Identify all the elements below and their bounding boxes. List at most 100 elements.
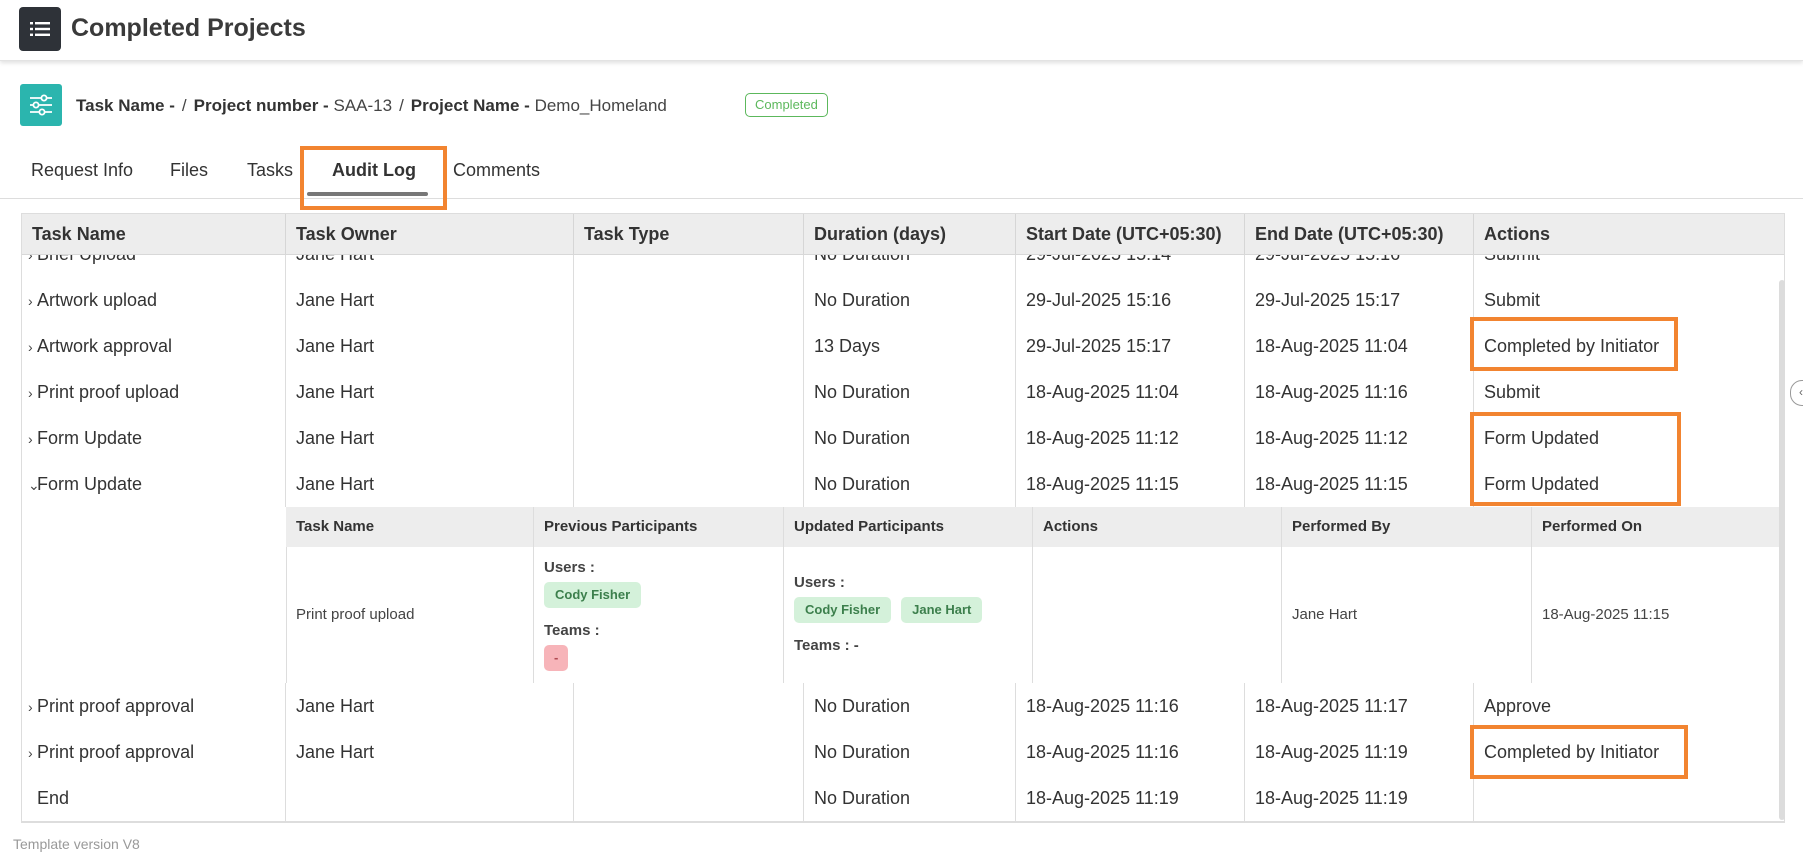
cell-end-date: 18-Aug-2025 11:19 <box>1245 775 1474 821</box>
tab-request-info[interactable]: Request Info <box>31 160 133 181</box>
table-row[interactable]: End No Duration 18-Aug-2025 11:19 18-Aug… <box>22 775 1784 822</box>
table-row[interactable]: › Artwork approval Jane Hart 13 Days 29-J… <box>22 323 1784 370</box>
tab-audit-log[interactable]: Audit Log <box>332 160 416 181</box>
cell-end-date: 18-Aug-2025 11:12 <box>1245 415 1474 461</box>
cell-action <box>1474 775 1784 821</box>
cell-duration: No Duration <box>804 729 1016 775</box>
expand-chevron-icon[interactable]: › <box>28 730 37 775</box>
project-name-value: Demo_Homeland <box>534 96 667 115</box>
expanded-row-detail: Task Name Previous Participants Updated … <box>22 507 1784 684</box>
cell-task-owner: Jane Hart <box>286 277 574 323</box>
detail-col-updated-participants: Updated Participants <box>784 507 1033 547</box>
top-bar: Completed Projects <box>0 0 1803 61</box>
detail-col-previous-participants: Previous Participants <box>534 507 784 547</box>
cell-task-type <box>574 683 804 729</box>
cell-end-date: 29-Jul-2025 15:17 <box>1245 277 1474 323</box>
cell-task-owner <box>286 775 574 821</box>
cell-end-date: 18-Aug-2025 11:16 <box>1245 369 1474 415</box>
cell-task-name: ⌄Form Update <box>22 461 286 507</box>
cell-task-name: › Artwork approval <box>22 323 286 369</box>
cell-end-date: 18-Aug-2025 11:04 <box>1245 323 1474 369</box>
vertical-scrollbar[interactable] <box>1779 280 1785 820</box>
detail-col-performed-on: Performed On <box>1542 518 1643 535</box>
cell-duration: No Duration <box>804 415 1016 461</box>
previous-teams-label: Teams : <box>544 622 600 639</box>
cell-task-name: › Print proof approval <box>22 683 286 729</box>
col-header-start-date[interactable]: Start Date (UTC+05:30) <box>1016 214 1245 254</box>
table-row[interactable]: › Form Update Jane Hart No Duration 18-Au… <box>22 415 1784 462</box>
cell-start-date: 29-Jul-2025 15:17 <box>1016 323 1245 369</box>
detail-performed-on: 18-Aug-2025 11:15 <box>1542 606 1670 623</box>
col-header-task-type[interactable]: Task Type <box>574 214 804 254</box>
cell-duration: No Duration <box>804 461 1016 507</box>
side-panel-handle-icon[interactable]: ‹ <box>1790 380 1803 406</box>
cell-duration: No Duration <box>804 683 1016 729</box>
cell-task-owner: Jane Hart <box>286 369 574 415</box>
cell-task-name: End <box>22 775 286 821</box>
col-header-end-date[interactable]: End Date (UTC+05:30) <box>1245 214 1474 254</box>
cell-duration: No Duration <box>804 277 1016 323</box>
cell-task-type <box>574 369 804 415</box>
cell-task-type <box>574 277 804 323</box>
cell-end-date: 18-Aug-2025 11:17 <box>1245 683 1474 729</box>
cell-start-date: 18-Aug-2025 11:04 <box>1016 369 1245 415</box>
table-row[interactable]: ⌄Form Update Jane Hart No Duration 18-Au… <box>22 461 1784 508</box>
cell-action: Completed by Initiator <box>1484 336 1660 356</box>
tab-comments[interactable]: Comments <box>453 160 540 181</box>
cell-task-type <box>574 415 804 461</box>
cell-task-type <box>574 729 804 775</box>
table-row[interactable]: › Print proof approval Jane Hart No Durat… <box>22 683 1784 730</box>
tab-tasks[interactable]: Tasks <box>247 160 293 181</box>
cell-action: Form Updated <box>1484 474 1600 494</box>
cell-task-owner: Jane Hart <box>286 415 574 461</box>
cell-start-date: 18-Aug-2025 11:16 <box>1016 683 1245 729</box>
col-header-task-name[interactable]: Task Name <box>22 214 286 254</box>
table-row[interactable]: › Print proof approval Jane Hart No Durat… <box>22 729 1784 776</box>
filter-button[interactable] <box>20 84 62 126</box>
cell-task-type <box>574 461 804 507</box>
cell-action: Submit <box>1484 290 1541 310</box>
tab-files[interactable]: Files <box>170 160 208 181</box>
cell-action: Submit <box>1484 382 1541 402</box>
col-header-actions[interactable]: Actions <box>1474 214 1784 254</box>
cell-task-owner: Jane Hart <box>286 461 574 507</box>
user-chip: Cody Fisher <box>794 597 892 623</box>
cell-start-date: 18-Aug-2025 11:15 <box>1016 461 1245 507</box>
detail-indent <box>22 507 287 683</box>
detail-actions <box>1033 547 1282 683</box>
detail-col-performed-by: Performed By <box>1282 507 1532 547</box>
cell-task-owner: Jane Hart <box>286 683 574 729</box>
detail-col-task-name: Task Name <box>286 507 534 547</box>
cell-duration: No Duration <box>804 775 1016 821</box>
expand-chevron-icon[interactable]: › <box>28 416 37 461</box>
cell-action: Completed by Initiator <box>1484 742 1660 762</box>
updated-users-label: Users : <box>794 574 845 591</box>
cell-start-date: 18-Aug-2025 11:12 <box>1016 415 1245 461</box>
cell-duration: 13 Days <box>804 323 1016 369</box>
table-row[interactable]: › Print proof upload Jane Hart No Duratio… <box>22 369 1784 416</box>
col-header-duration[interactable]: Duration (days) <box>804 214 1016 254</box>
list-icon <box>30 22 50 36</box>
cell-start-date: 18-Aug-2025 11:19 <box>1016 775 1245 821</box>
updated-teams-label: Teams : - <box>794 637 859 654</box>
expand-chevron-icon[interactable]: › <box>28 684 37 729</box>
expand-chevron-icon[interactable]: › <box>28 370 37 415</box>
expand-chevron-icon[interactable]: › <box>28 278 37 323</box>
previous-users-label: Users : <box>544 559 595 576</box>
detail-updated-participants: Users : Cody Fisher Jane Hart Teams : - <box>784 547 1033 683</box>
detail-performed-by: Jane Hart <box>1282 547 1532 683</box>
user-chip: Cody Fisher <box>544 582 642 608</box>
project-number-label: Project number - <box>193 96 329 115</box>
active-tab-indicator <box>307 192 428 196</box>
cell-start-date: 29-Jul-2025 15:16 <box>1016 277 1245 323</box>
expand-chevron-icon[interactable]: › <box>28 324 37 369</box>
cell-action: Approve <box>1484 696 1552 716</box>
menu-button[interactable] <box>19 7 61 51</box>
user-chip: Jane Hart <box>901 597 983 623</box>
template-version: Template version V8 <box>13 836 140 852</box>
collapse-chevron-icon[interactable]: ⌄ <box>28 462 40 507</box>
col-header-task-owner[interactable]: Task Owner <box>286 214 574 254</box>
audit-log-grid: Task Name Task Owner Task Type Duration … <box>21 213 1785 823</box>
cell-end-date: 18-Aug-2025 11:15 <box>1245 461 1474 507</box>
table-row[interactable]: › Artwork upload Jane Hart No Duration 29… <box>22 277 1784 324</box>
